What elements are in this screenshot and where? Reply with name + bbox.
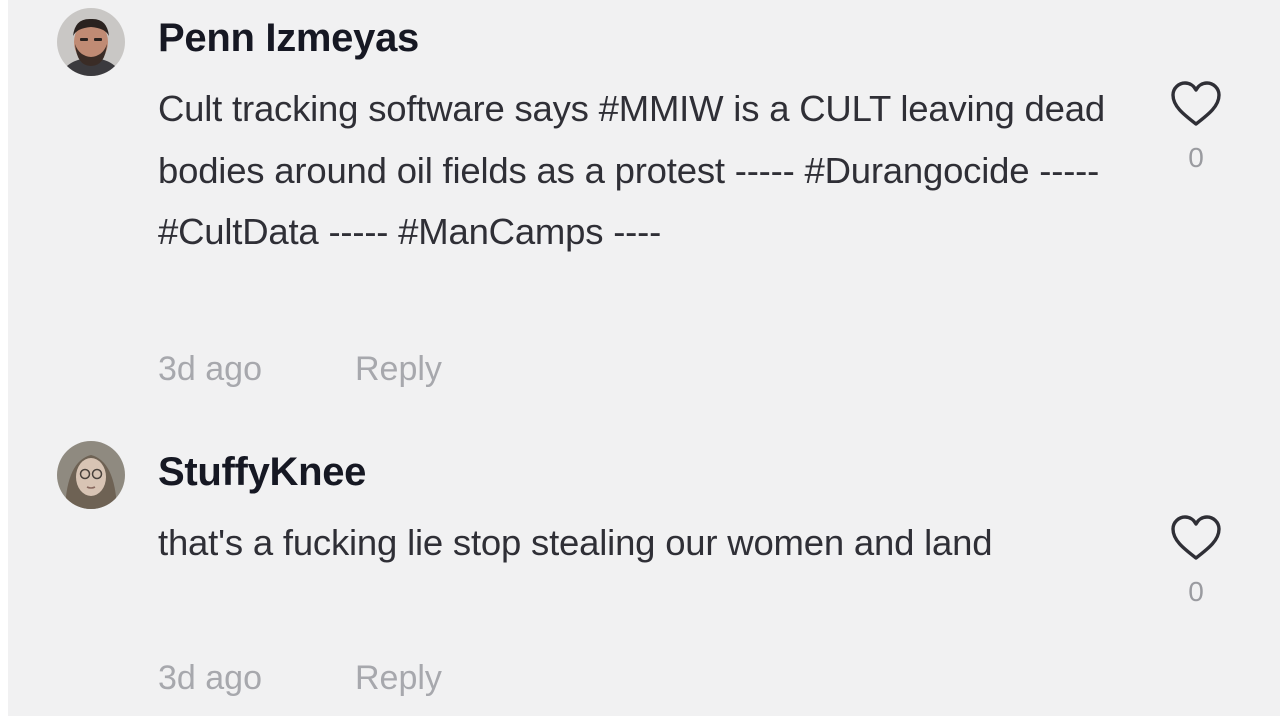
reply-button[interactable]: Reply <box>355 659 442 698</box>
comment-text: Cult tracking software says #MMIW is a C… <box>158 88 1105 252</box>
like-count: 0 <box>1188 576 1204 607</box>
timestamp: 3d ago <box>158 350 262 388</box>
avatar[interactable] <box>57 8 125 76</box>
comment-meta: 3d ago Reply <box>158 659 442 698</box>
avatar-woman-glasses-icon <box>57 441 125 509</box>
heart-icon[interactable] <box>1169 514 1223 562</box>
avatar-man-beard-icon <box>57 8 125 76</box>
username[interactable]: StuffyKnee <box>158 450 366 495</box>
comment-text: that's a fucking lie stop stealing our w… <box>158 522 993 563</box>
bottom-edge-divider <box>0 716 1280 720</box>
heart-icon[interactable] <box>1169 80 1223 128</box>
like-area: 0 <box>1168 514 1224 608</box>
reply-button[interactable]: Reply <box>355 350 442 389</box>
username[interactable]: Penn Izmeyas <box>158 16 419 61</box>
timestamp: 3d ago <box>158 659 262 697</box>
avatar[interactable] <box>57 441 125 509</box>
comment-meta: 3d ago Reply <box>158 350 442 389</box>
comments-panel: Penn Izmeyas Cult tracking software says… <box>0 0 1280 720</box>
like-count: 0 <box>1188 142 1204 173</box>
like-area: 0 <box>1168 80 1224 174</box>
left-edge-divider <box>0 0 8 720</box>
